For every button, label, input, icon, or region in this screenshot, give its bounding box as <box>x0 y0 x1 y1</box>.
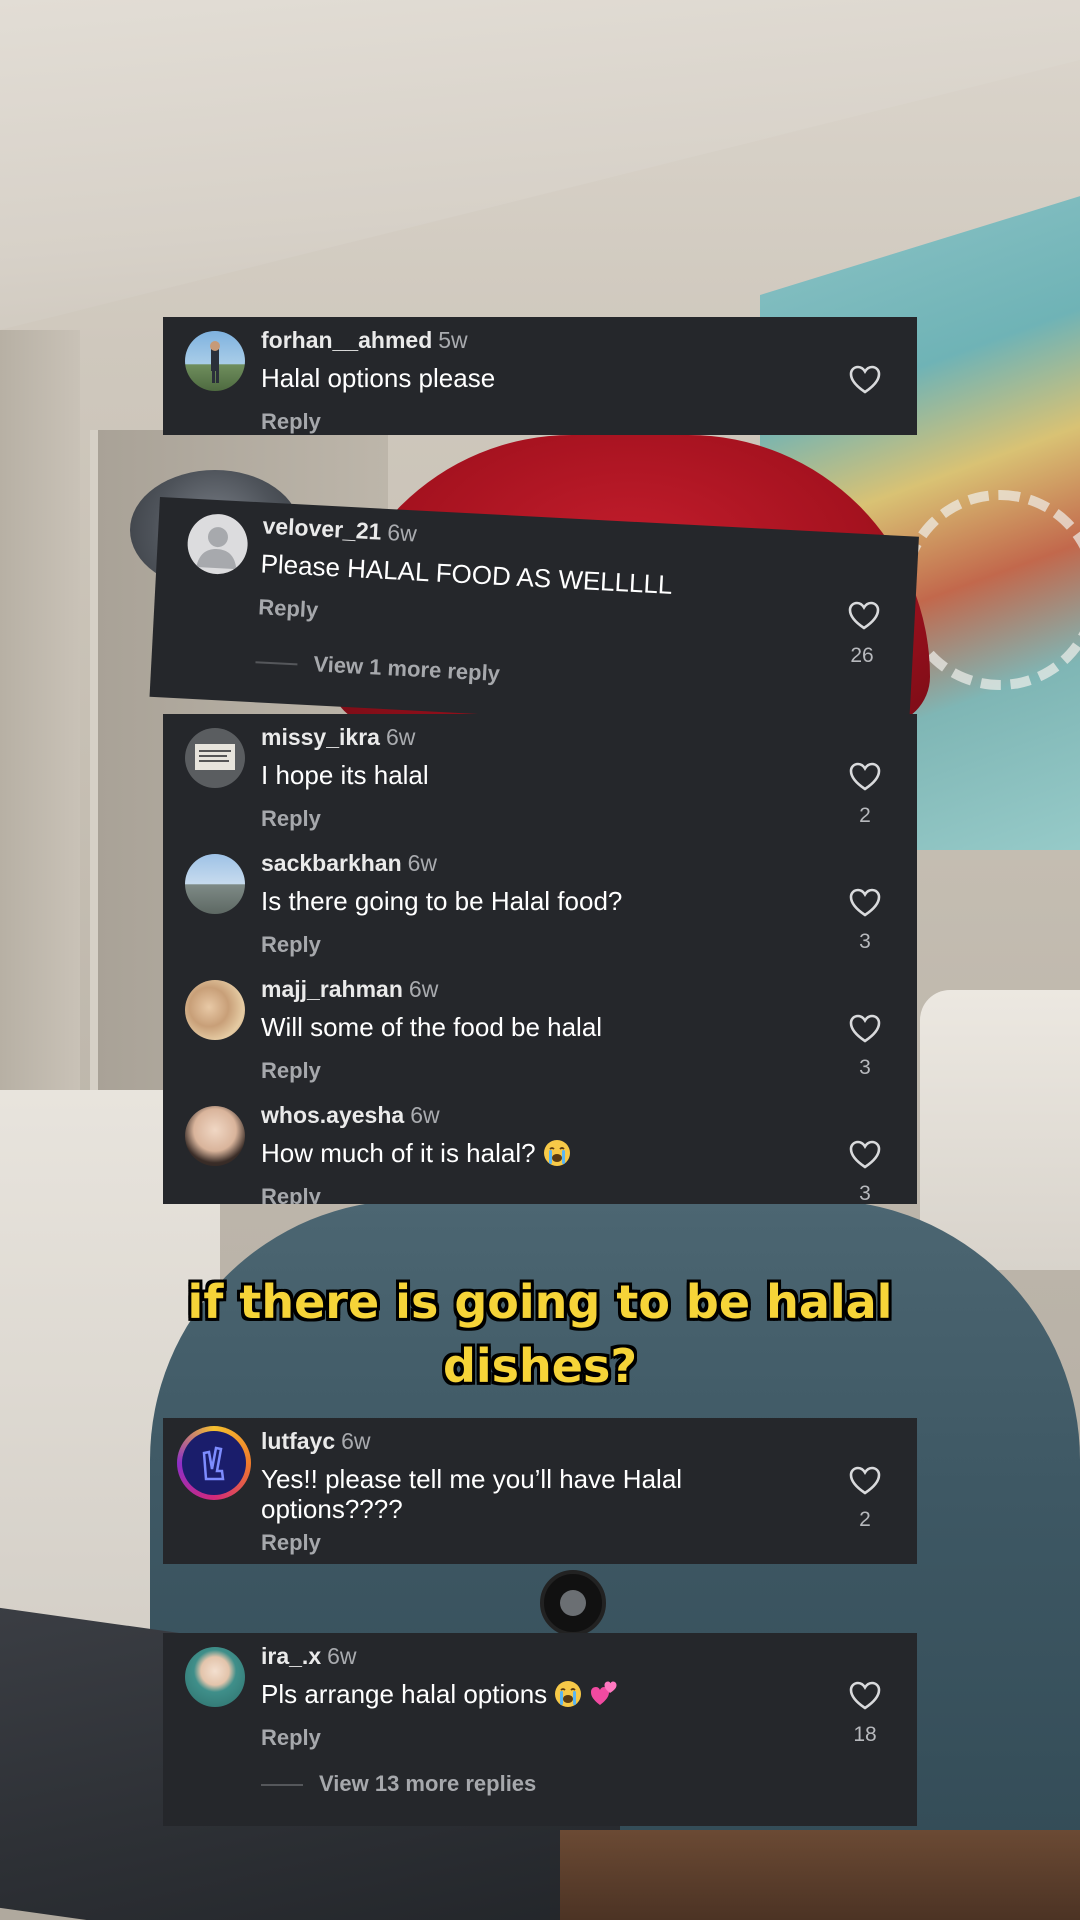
peace-hand-icon <box>202 1446 225 1481</box>
comment-time: 6w <box>410 1102 440 1128</box>
comment-text: I hope its halal <box>261 760 429 790</box>
heart-icon[interactable] <box>849 1140 881 1170</box>
comment-text-line: Yes!! please tell me you’ll have Halal <box>261 1464 683 1494</box>
like-count: 26 <box>850 644 874 667</box>
avatar[interactable] <box>185 331 245 391</box>
comment-text: Pls arrange halal options <box>261 1679 619 1710</box>
hearts-emoji-icon <box>591 1681 617 1705</box>
desk <box>560 1830 1080 1920</box>
comment-username[interactable]: ira_.x 6w <box>261 1643 357 1670</box>
username-text[interactable]: sackbarkhan <box>261 850 402 876</box>
like-count: 3 <box>859 930 871 953</box>
crying-emoji-icon <box>543 1140 570 1166</box>
comment-item: sackbarkhan 6w Is there going to be Halal… <box>163 840 917 966</box>
comment-username[interactable]: sackbarkhan 6w <box>261 850 437 877</box>
comment-time: 6w <box>385 724 416 750</box>
heart-icon[interactable] <box>849 365 881 395</box>
comment-username[interactable]: forhan__ahmed 5w <box>261 327 468 354</box>
comment-card: missy_ikra 6w I hope its halal Reply 2 sa… <box>163 714 917 1204</box>
avatar[interactable] <box>185 1647 245 1707</box>
comment-text-content: Pls arrange halal options <box>261 1679 548 1709</box>
comment-time: 6w <box>407 850 438 876</box>
reply-button[interactable]: Reply <box>261 409 321 435</box>
comment-text: Will some of the food be halal <box>261 1012 603 1042</box>
comment-item: majj_rahman 6w Will some of the food be h… <box>163 966 917 1092</box>
reply-button[interactable]: Reply <box>261 806 321 832</box>
avatar[interactable] <box>185 854 245 914</box>
comment-text: Please HALAL FOOD AS WELLLLL <box>259 548 674 600</box>
comment-time: 5w <box>438 327 468 353</box>
shirt-button <box>540 1570 606 1636</box>
like-count: 2 <box>859 804 871 827</box>
comment-text-line: options???? <box>261 1494 403 1524</box>
comment-text: How much of it is halal? <box>261 1138 572 1169</box>
comment-username[interactable]: whos.ayesha 6w <box>261 1102 440 1129</box>
like-count: 18 <box>853 1723 877 1746</box>
comment-text: Yes!! please tell me you’ll have Halal o… <box>261 1464 682 1524</box>
reply-button[interactable]: Reply <box>258 594 319 623</box>
heart-icon[interactable] <box>849 1014 881 1044</box>
comment-text: Is there going to be Halal food? <box>261 886 623 916</box>
comment-item: forhan__ahmed 5w Halal options please Rep… <box>163 317 917 443</box>
comment-item: whos.ayesha 6w How much of it is halal? R… <box>163 1092 917 1204</box>
reply-button[interactable]: Reply <box>261 932 321 958</box>
comment-time: 6w <box>408 976 439 1002</box>
comment-item: lutfayc 6w Yes!! please tell me you’ll ha… <box>163 1418 917 1564</box>
comment-text-content: How much of it is halal? <box>261 1138 536 1168</box>
comment-username[interactable]: velover_21 6w <box>262 512 418 547</box>
wall <box>0 330 80 1150</box>
comment-text: Halal options please <box>261 363 496 393</box>
heart-icon[interactable] <box>849 1466 881 1496</box>
caption-line: dishes? <box>442 1339 638 1393</box>
heart-icon[interactable] <box>849 888 881 918</box>
comment-item: ira_.x 6w Pls arrange halal options Reply… <box>163 1633 917 1759</box>
reply-button[interactable]: Reply <box>261 1725 321 1751</box>
view-more-replies[interactable]: View 13 more replies <box>261 1771 536 1797</box>
reply-button[interactable]: Reply <box>261 1058 321 1084</box>
comment-item: missy_ikra 6w I hope its halal Reply 2 <box>163 714 917 840</box>
comment-card: ira_.x 6w Pls arrange halal options Reply… <box>163 1633 917 1826</box>
view-more-replies[interactable]: View 1 more reply <box>255 648 501 687</box>
comment-time: 6w <box>386 518 418 547</box>
like-count: 3 <box>859 1182 871 1204</box>
comment-time: 6w <box>327 1643 357 1669</box>
crying-emoji-icon <box>555 1681 582 1707</box>
heart-icon[interactable] <box>848 601 880 631</box>
heart-icon[interactable] <box>849 762 881 792</box>
username-text[interactable]: majj_rahman <box>261 976 403 1002</box>
avatar[interactable] <box>186 512 250 576</box>
default-avatar-icon <box>196 527 237 570</box>
username-text[interactable]: velover_21 <box>262 512 382 544</box>
comment-card: forhan__ahmed 5w Halal options please Rep… <box>163 317 917 435</box>
chair <box>920 990 1080 1270</box>
comment-username[interactable]: lutfayc 6w <box>261 1428 371 1455</box>
username-text[interactable]: ira_.x <box>261 1643 321 1669</box>
caption-line: if there is going to be halal <box>187 1275 893 1329</box>
heart-icon[interactable] <box>849 1681 881 1711</box>
like-count: 3 <box>859 1056 871 1079</box>
avatar[interactable] <box>177 1426 251 1500</box>
avatar[interactable] <box>185 1106 245 1166</box>
avatar[interactable] <box>185 728 245 788</box>
avatar[interactable] <box>185 980 245 1040</box>
username-text[interactable]: missy_ikra <box>261 724 380 750</box>
video-caption: if there is going to be halal dishes? <box>0 1270 1080 1398</box>
like-count: 2 <box>859 1508 871 1531</box>
reply-button[interactable]: Reply <box>261 1530 321 1556</box>
reply-button[interactable]: Reply <box>261 1184 321 1204</box>
username-text[interactable]: forhan__ahmed <box>261 327 432 353</box>
comment-card-tilted: velover_21 6w Please HALAL FOOD AS WELLLL… <box>149 497 919 737</box>
comment-username[interactable]: missy_ikra 6w <box>261 724 415 751</box>
username-text[interactable]: lutfayc <box>261 1428 335 1454</box>
comment-time: 6w <box>341 1428 371 1454</box>
comment-username[interactable]: majj_rahman 6w <box>261 976 438 1003</box>
comment-card: lutfayc 6w Yes!! please tell me you’ll ha… <box>163 1418 917 1564</box>
username-text[interactable]: whos.ayesha <box>261 1102 404 1128</box>
